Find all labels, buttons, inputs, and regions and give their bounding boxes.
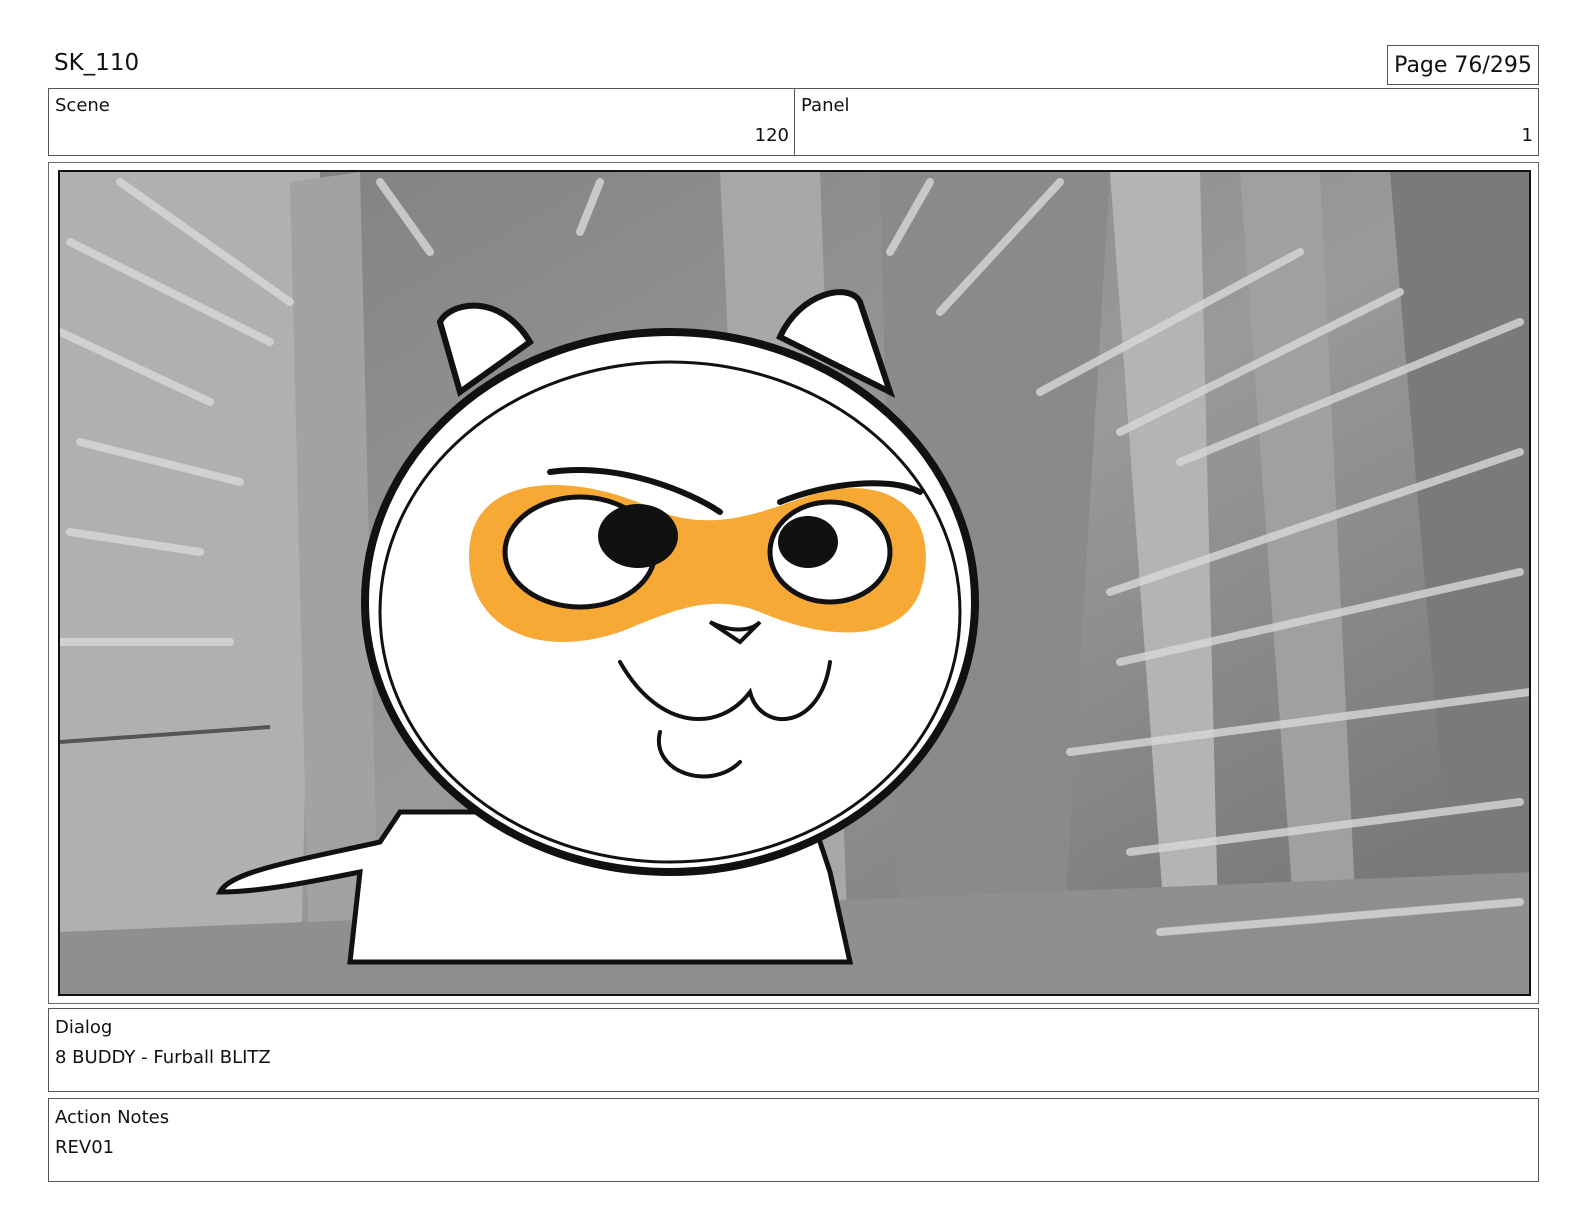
scene-number: 120	[754, 125, 789, 146]
dialog-text: 8 BUDDY - Furball BLITZ	[55, 1047, 271, 1068]
action-notes-text: REV01	[55, 1137, 115, 1158]
panel-number: 1	[1521, 125, 1533, 146]
panel-label: Panel	[801, 95, 850, 116]
scene-field: Scene 120	[48, 88, 795, 156]
dialog-field: Dialog 8 BUDDY - Furball BLITZ	[48, 1008, 1539, 1092]
storyboard-frame	[58, 170, 1531, 996]
storyboard-drawing	[60, 172, 1529, 994]
page-indicator: Page 76/295	[1387, 45, 1539, 85]
scene-label: Scene	[55, 95, 110, 116]
panel-field: Panel 1	[794, 88, 1539, 156]
action-notes-label: Action Notes	[55, 1107, 170, 1128]
dialog-label: Dialog	[55, 1017, 113, 1038]
action-notes-field: Action Notes REV01	[48, 1098, 1539, 1182]
document-title: SK_110	[54, 50, 140, 76]
